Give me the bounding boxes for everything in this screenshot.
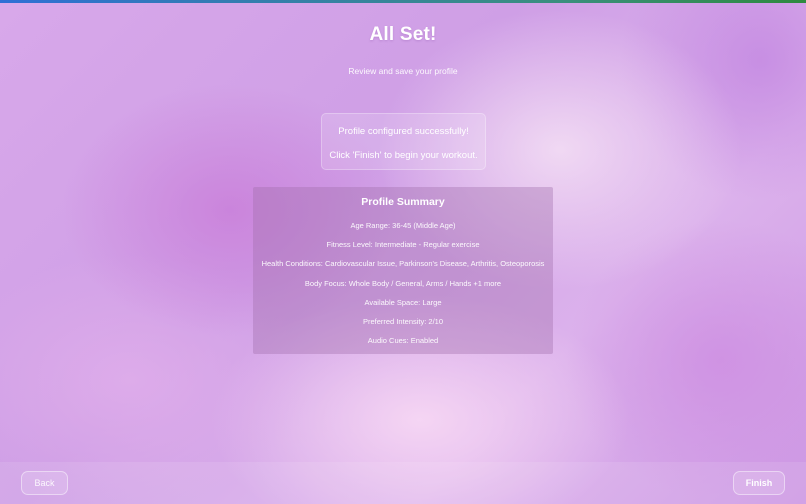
page-subtitle: Review and save your profile: [348, 66, 458, 76]
success-message: Profile configured successfully!: [338, 126, 469, 137]
summary-available-space: Available Space: Large: [364, 298, 442, 307]
summary-health-conditions: Health Conditions: Cardiovascular Issue,…: [261, 259, 545, 268]
back-button[interactable]: Back: [21, 471, 68, 495]
success-message-box: Profile configured successfully! Click '…: [321, 113, 486, 170]
summary-audio-cues: Audio Cues: Enabled: [367, 336, 439, 345]
finish-instruction: Click 'Finish' to begin your workout.: [329, 150, 478, 161]
summary-fitness-level: Fitness Level: Intermediate - Regular ex…: [326, 240, 480, 249]
summary-body-focus: Body Focus: Whole Body / General, Arms /…: [304, 279, 502, 288]
footer-bar: Back Finish: [0, 462, 806, 504]
top-accent-strip: [0, 0, 806, 3]
page-title: All Set!: [369, 24, 437, 45]
profile-summary-title: Profile Summary: [361, 196, 445, 208]
finish-button[interactable]: Finish: [733, 471, 785, 495]
summary-preferred-intensity: Preferred Intensity: 2/10: [362, 317, 444, 326]
profile-summary-panel: Profile Summary Age Range: 36-45 (Middle…: [253, 187, 553, 354]
summary-age-range: Age Range: 36-45 (Middle Age): [350, 221, 456, 230]
